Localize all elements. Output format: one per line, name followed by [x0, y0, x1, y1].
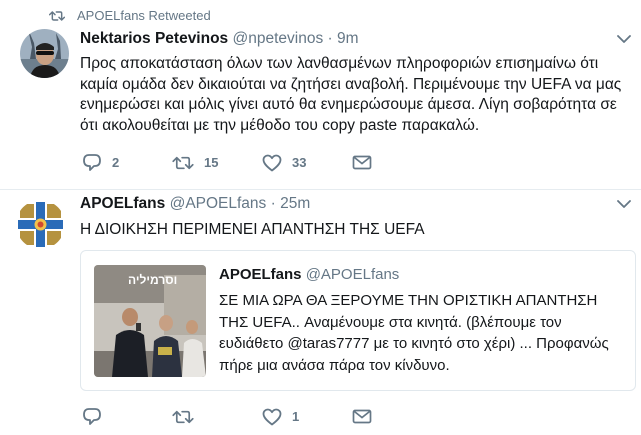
quoted-author-name: APOELfans — [219, 266, 302, 283]
avatar[interactable] — [20, 29, 69, 78]
quoted-tweet-text: ΣΕ ΜΙΑ ΩΡΑ ΘΑ ΞΕΡΟΥΜΕ ΤΗΝ ΟΡΙΣΤΙΚΗ ΑΠΑΝΤ… — [219, 292, 609, 374]
retweet-small-icon — [49, 10, 65, 21]
tweet-header: APOELfans @APOELfans · 25m — [80, 195, 310, 213]
separator: · — [327, 30, 333, 47]
quoted-tweet-image[interactable]: וסרמיליה — [94, 265, 206, 377]
author-handle[interactable]: @APOELfans — [170, 195, 267, 212]
reply-icon — [83, 408, 101, 425]
mail-icon — [352, 409, 372, 424]
tweet-text: Η ΔΙΟΙΚΗΣΗ ΠΕΡΙΜΕΝΕΙ ΑΠΑΝΤΗΣΗ ΤΗΣ UEFA — [80, 221, 425, 238]
reply-button[interactable] — [82, 407, 172, 426]
reply-icon — [83, 154, 101, 171]
like-button[interactable]: 1 — [262, 408, 352, 426]
retweet-context: APOELfans Retweeted — [49, 8, 211, 23]
tweet-2[interactable]: APOELfans @APOELfans · 25m Η ΔΙΟΙΚΗΣΗ ΠΕ… — [0, 190, 641, 435]
like-button[interactable]: 33 — [262, 154, 352, 172]
quoted-tweet-header: APOELfans @APOELfans — [219, 266, 399, 283]
quoted-tweet[interactable]: וסרמיליה APOELfans @APOELfans ΣΕ ΜΙΑ ΩΡΑ… — [80, 250, 636, 391]
avatar[interactable] — [16, 200, 65, 249]
like-count: 33 — [292, 155, 307, 170]
retweet-button[interactable] — [172, 409, 262, 425]
heart-icon — [262, 154, 282, 171]
author-name[interactable]: APOELfans — [80, 195, 165, 212]
retweet-icon — [172, 156, 194, 169]
mail-icon — [352, 155, 372, 170]
retweet-label[interactable]: APOELfans Retweeted — [77, 8, 211, 23]
reply-button[interactable]: 2 — [82, 153, 172, 172]
tweet-header: Nektarios Petevinos @npetevinos · 9m — [80, 30, 359, 48]
timestamp[interactable]: 9m — [337, 30, 359, 47]
separator: · — [270, 195, 276, 212]
author-handle[interactable]: @npetevinos — [233, 30, 324, 47]
retweet-count: 15 — [204, 155, 219, 170]
quoted-author-handle: @APOELfans — [305, 266, 400, 283]
author-name[interactable]: Nektarios Petevinos — [80, 30, 228, 47]
retweet-icon — [172, 410, 194, 423]
reply-count: 2 — [112, 155, 120, 170]
tweet-text: Προς αποκατάσταση όλων των λανθασμένων π… — [80, 55, 622, 134]
avatar-photo — [20, 29, 69, 78]
image-caption: וסרמיליה — [128, 273, 178, 287]
chevron-down-icon[interactable] — [617, 34, 631, 44]
tweet-actions: 2 15 33 — [82, 153, 382, 172]
retweet-button[interactable]: 15 — [172, 155, 262, 171]
tweet-actions: 1 — [82, 407, 382, 426]
heart-icon — [262, 408, 282, 425]
club-crest-avatar — [16, 200, 65, 249]
timestamp[interactable]: 25m — [280, 195, 310, 212]
dm-button[interactable] — [352, 409, 382, 424]
dm-button[interactable] — [352, 155, 382, 170]
chevron-down-icon[interactable] — [617, 199, 631, 209]
like-count: 1 — [292, 409, 300, 424]
tweet-1[interactable]: APOELfans Retweeted Nektarios Petevinos … — [0, 0, 641, 190]
